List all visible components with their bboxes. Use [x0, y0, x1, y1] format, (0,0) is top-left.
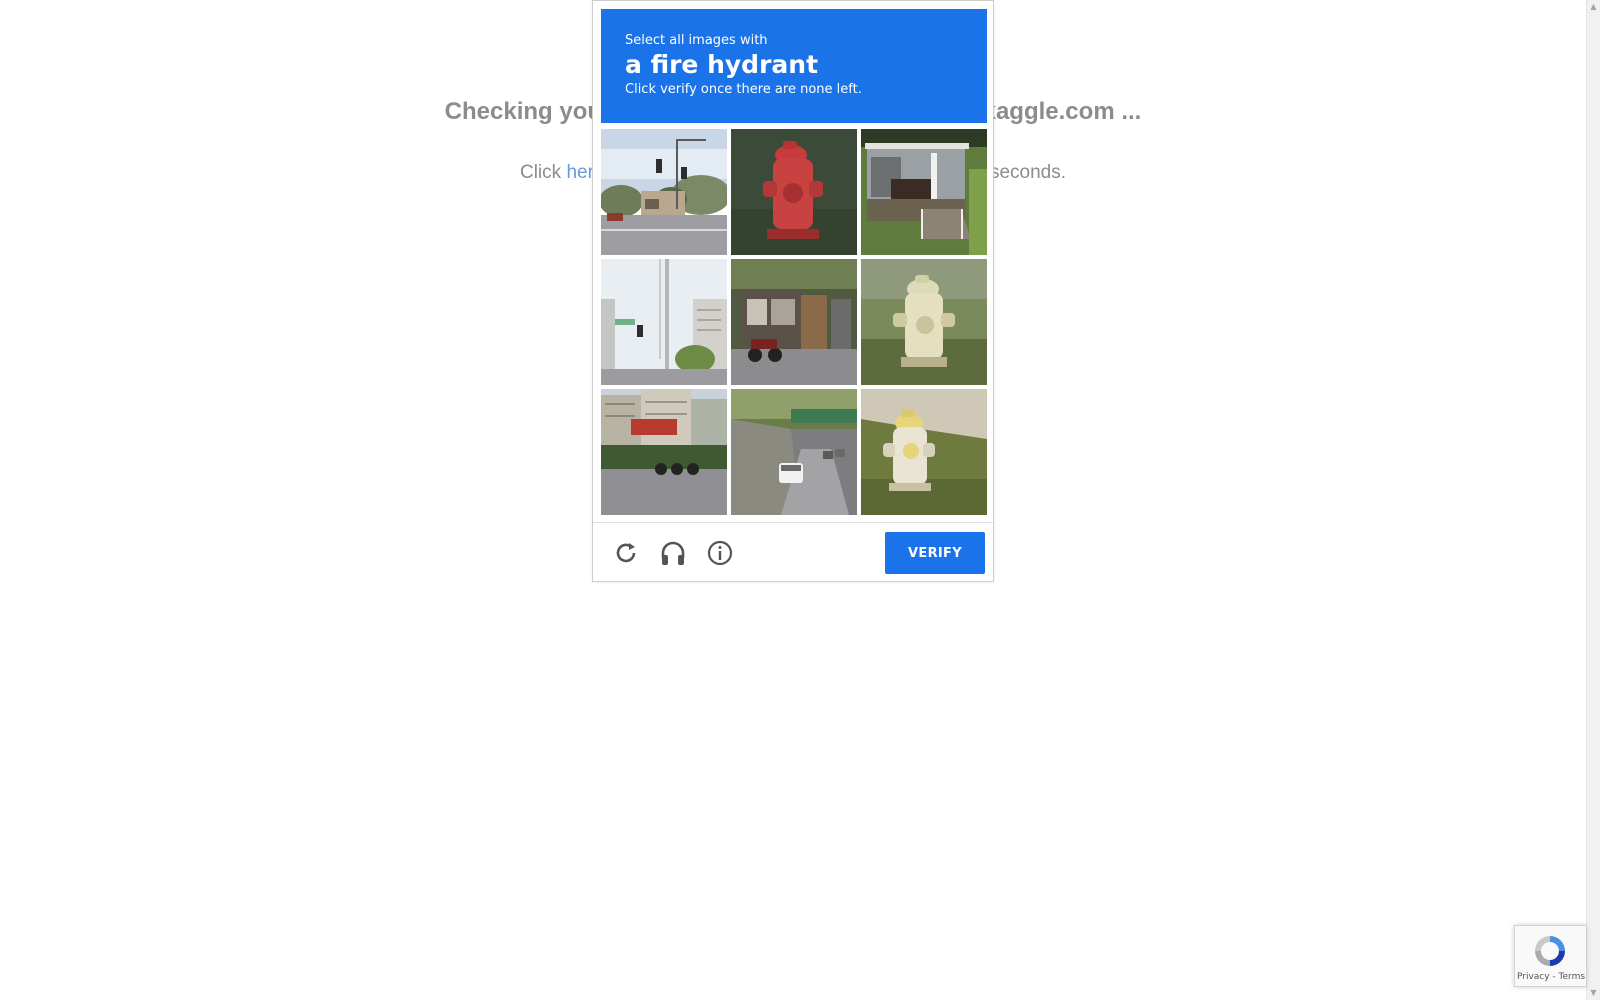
redirect-prefix: Click: [519, 162, 567, 183]
page-scrollbar[interactable]: ▲ ▼: [1586, 0, 1600, 1000]
captcha-tile[interactable]: [861, 259, 987, 385]
city-street-image: [601, 259, 727, 385]
headphones-icon[interactable]: [658, 538, 688, 568]
captcha-tile[interactable]: [601, 389, 727, 515]
yellow-fire-hydrant-image: [861, 259, 987, 385]
reload-icon[interactable]: [611, 538, 641, 568]
captcha-tile[interactable]: [731, 129, 857, 255]
red-fire-hydrant-image: [731, 129, 857, 255]
recaptcha-badge[interactable]: Privacy - Terms: [1514, 925, 1586, 987]
recaptcha-badge-links[interactable]: Privacy - Terms: [1515, 972, 1587, 982]
scroll-down-arrow-icon[interactable]: ▼: [1587, 986, 1600, 1000]
buildings-street-image: [601, 389, 727, 515]
road-bridge-image: [731, 389, 857, 515]
captcha-tile[interactable]: [861, 129, 987, 255]
captcha-image-grid: [601, 129, 987, 515]
yellow-fire-hydrant-grass-image: [861, 389, 987, 515]
motorcycles-kiosk-image: [731, 259, 857, 385]
page: Checking your browser before accessing w…: [0, 0, 1600, 1000]
street-intersection-image: [601, 129, 727, 255]
captcha-tile[interactable]: [601, 259, 727, 385]
captcha-footer: VERIFY: [593, 522, 993, 582]
captcha-tile[interactable]: [601, 129, 727, 255]
captcha-target-object: a fire hydrant: [625, 50, 819, 79]
info-icon[interactable]: [705, 538, 735, 568]
captcha-verify-hint: Click verify once there are none left.: [625, 82, 862, 97]
captcha-instruction-line: Select all images with: [625, 33, 768, 48]
captcha-tile[interactable]: [861, 389, 987, 515]
captcha-instructions: Select all images with a fire hydrant Cl…: [601, 9, 987, 123]
captcha-tile[interactable]: [731, 259, 857, 385]
captcha-challenge-dialog: Select all images with a fire hydrant Cl…: [592, 0, 994, 582]
recaptcha-logo-icon: [1535, 936, 1565, 966]
scroll-up-arrow-icon[interactable]: ▲: [1587, 0, 1600, 14]
verify-button[interactable]: VERIFY: [885, 532, 985, 574]
captcha-tile[interactable]: [731, 389, 857, 515]
house-porch-image: [861, 129, 987, 255]
